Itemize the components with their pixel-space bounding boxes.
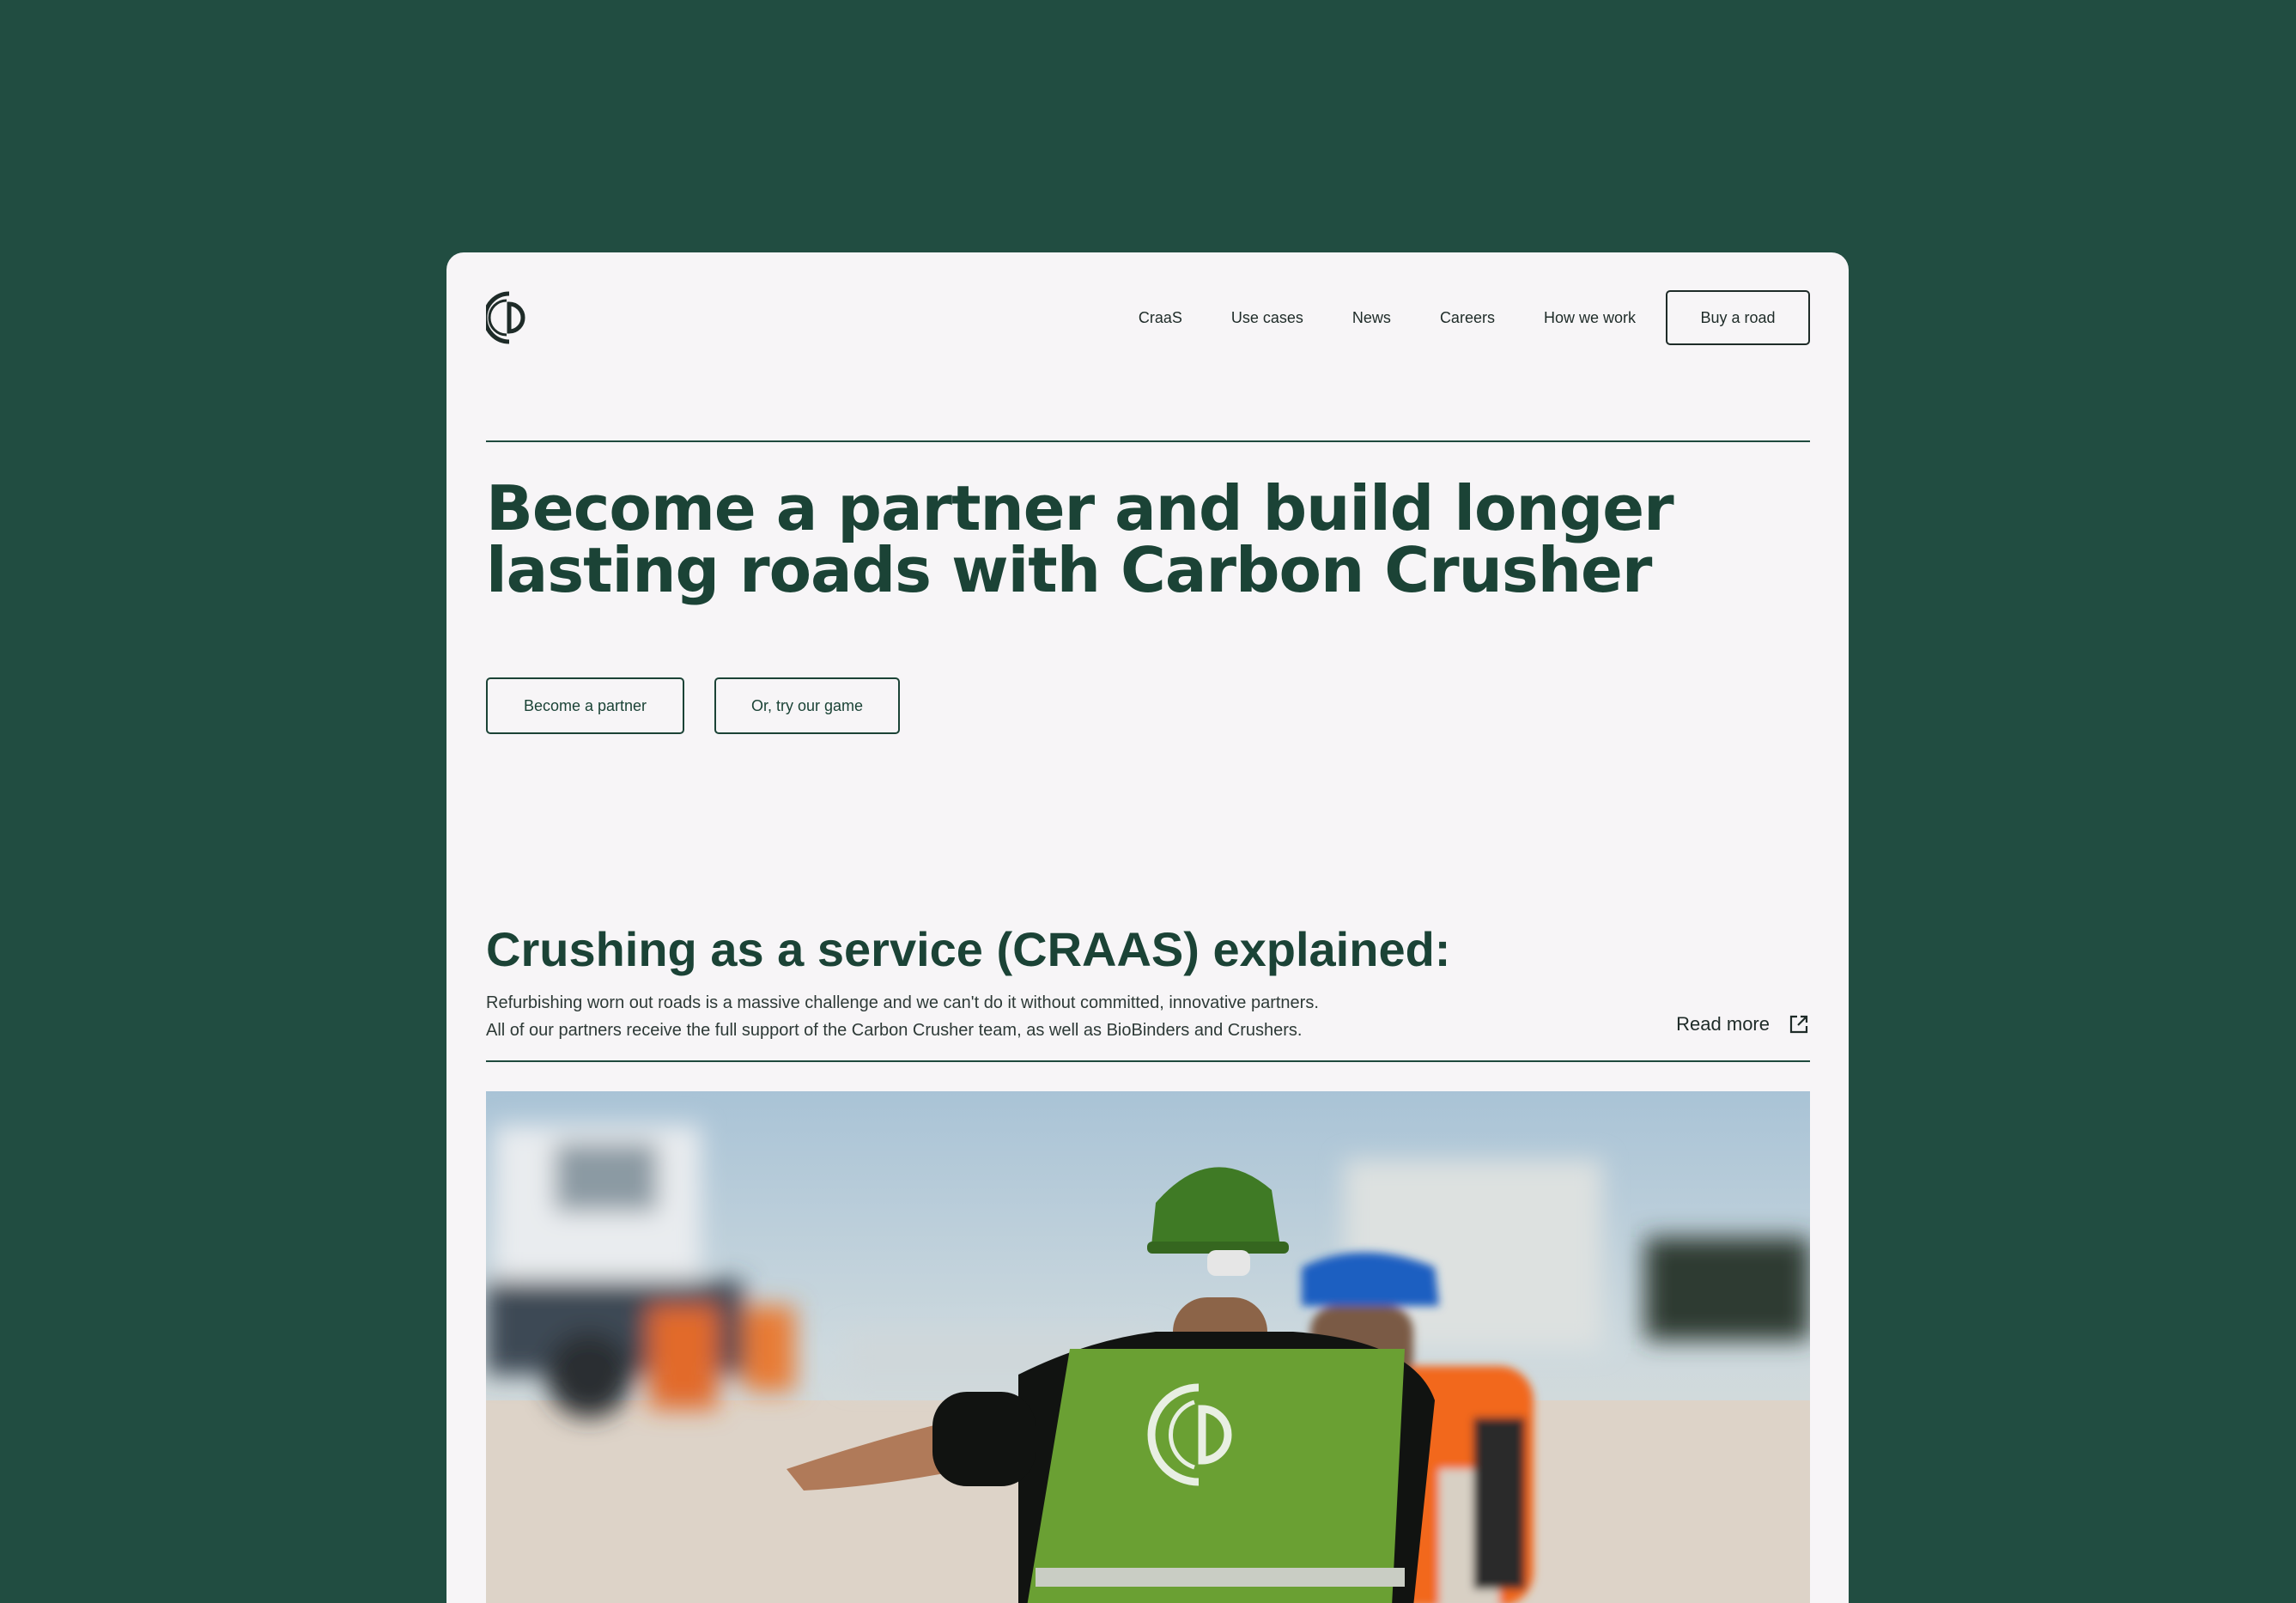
page-card: CraaS Use cases News Careers How we work… [446, 252, 1849, 1603]
nav-careers[interactable]: Careers [1440, 309, 1495, 327]
craas-description: Refurbishing worn out roads is a massive… [486, 989, 1516, 1044]
craas-line-1: Refurbishing worn out roads is a massive… [486, 993, 1319, 1012]
hero-title-line-2: lasting roads with Carbon Crusher [486, 534, 1652, 606]
nav-craas[interactable]: CraaS [1139, 309, 1182, 327]
section-divider [486, 1060, 1810, 1062]
header-divider [486, 440, 1810, 442]
nav-use-cases[interactable]: Use cases [1231, 309, 1303, 327]
nav-how-we-work[interactable]: How we work [1544, 309, 1636, 327]
read-more-link[interactable]: Read more [1676, 1013, 1809, 1035]
hero-title: Become a partner and build longer lastin… [486, 477, 1810, 601]
external-link-icon [1789, 1015, 1808, 1034]
hero-photo [486, 1091, 1810, 1603]
craas-line-2: All of our partners receive the full sup… [486, 1021, 1303, 1040]
logo-icon[interactable] [486, 288, 534, 347]
buy-a-road-button[interactable]: Buy a road [1666, 290, 1810, 345]
try-game-button[interactable]: Or, try our game [714, 677, 900, 734]
main-nav: CraaS Use cases News Careers How we work… [1139, 290, 1810, 345]
craas-title: Crushing as a service (CRAAS) explained: [486, 922, 1451, 976]
read-more-label: Read more [1676, 1013, 1770, 1035]
nav-news[interactable]: News [1352, 309, 1391, 327]
become-partner-button[interactable]: Become a partner [486, 677, 684, 734]
hero-actions: Become a partner Or, try our game [486, 677, 1810, 734]
site-header: CraaS Use cases News Careers How we work… [486, 288, 1810, 347]
